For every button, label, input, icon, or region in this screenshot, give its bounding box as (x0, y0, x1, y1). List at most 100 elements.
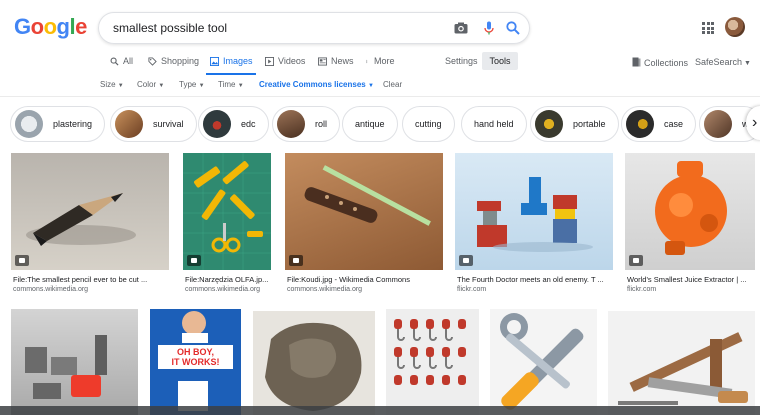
chip-thumbnail (626, 110, 654, 138)
hooks-display-image (394, 319, 466, 385)
logo-letter: o (43, 14, 57, 39)
apps-grid-icon[interactable] (702, 22, 714, 34)
tab-label: More (374, 56, 395, 66)
result-caption: File:Narzędzia OLFA.jp... (185, 275, 269, 284)
chip-label: survival (153, 119, 184, 129)
logo-letter: o (30, 14, 44, 39)
tab-label: Images (223, 56, 253, 66)
chip-hand-held[interactable]: hand held (461, 106, 527, 142)
safesearch-dropdown[interactable]: SafeSearch ▼ (695, 57, 751, 67)
image-result[interactable]: File:Narzędzia OLFA.jp... commons.wikime… (183, 153, 271, 298)
filter-license[interactable]: Creative Commons licenses ▼ (259, 80, 374, 89)
chip-label: edc (241, 119, 256, 129)
bottom-overlay (0, 406, 760, 415)
image-result[interactable] (608, 311, 755, 415)
wrench-screwdriver-image (500, 313, 584, 410)
image-type-badge (289, 255, 303, 266)
tools-filter-bar: Size ▼ Color ▼ Type ▼ Time ▼ Creative Co… (0, 76, 760, 94)
filter-label: Creative Commons licenses (259, 80, 366, 89)
tab-videos[interactable]: Videos (265, 56, 305, 66)
tab-images[interactable]: Images (210, 56, 253, 66)
avatar[interactable] (725, 17, 745, 37)
chip-label: cutting (415, 119, 442, 129)
image-icon (210, 56, 219, 66)
image-result[interactable]: OH BOY, IT WORKS! (150, 309, 241, 415)
image-result[interactable] (386, 309, 479, 415)
tab-label: Videos (278, 56, 306, 66)
result-image[interactable] (285, 153, 443, 270)
related-searches-bar: plastering survival edc roll antique cut… (0, 104, 760, 144)
filter-type[interactable]: Type ▼ (179, 80, 205, 89)
header-divider (0, 96, 760, 97)
poster-line: IT WORKS! (171, 357, 220, 367)
filter-label: Type (179, 80, 197, 89)
result-image[interactable] (11, 153, 169, 270)
image-result[interactable] (11, 309, 138, 415)
newspaper-icon (318, 56, 327, 66)
result-image[interactable]: OH BOY, IT WORKS! (150, 309, 241, 415)
chip-thumbnail (203, 110, 231, 138)
result-image[interactable] (253, 311, 375, 415)
image-result[interactable]: File:The smallest pencil ever to be cut … (11, 153, 169, 298)
tab-more[interactable]: More (366, 56, 395, 66)
result-caption: File:The smallest pencil ever to be cut … (13, 275, 148, 284)
more-icon (366, 59, 368, 63)
result-image[interactable] (625, 153, 755, 270)
active-tab-indicator (206, 73, 256, 75)
google-logo[interactable]: Google (14, 14, 87, 40)
filter-size[interactable]: Size ▼ (100, 80, 124, 89)
microphone-icon[interactable] (481, 20, 497, 36)
chip-label: antique (355, 119, 385, 129)
chip-plastering[interactable]: plastering (10, 106, 106, 142)
result-image[interactable] (455, 153, 613, 270)
cutting-tools-image (183, 153, 271, 270)
clear-filters-link[interactable]: Clear (383, 80, 402, 89)
tools-button[interactable]: Tools (482, 52, 518, 70)
filter-time[interactable]: Time ▼ (218, 80, 244, 89)
result-image[interactable] (183, 153, 271, 270)
tab-label: All (123, 56, 134, 66)
chip-cutting[interactable]: cutting (402, 106, 455, 142)
search-icon[interactable] (505, 20, 521, 36)
tab-all[interactable]: All (110, 56, 133, 66)
result-image[interactable] (608, 311, 755, 415)
camera-icon[interactable] (453, 20, 469, 36)
chip-thumbnail (704, 110, 732, 138)
settings-link[interactable]: Settings (445, 56, 478, 66)
chip-case[interactable]: case (621, 106, 697, 142)
search-input[interactable]: smallest possible tool (113, 21, 227, 35)
result-image[interactable] (386, 309, 479, 415)
logo-letter: e (75, 14, 87, 39)
3d-printed-parts-image (25, 335, 107, 399)
juice-extractor-image (655, 161, 727, 255)
search-box[interactable]: smallest possible tool (98, 12, 530, 44)
chip-survival[interactable]: survival (110, 106, 197, 142)
play-icon (265, 56, 274, 66)
result-image[interactable] (490, 309, 597, 415)
tab-shopping[interactable]: Shopping (148, 56, 199, 66)
image-result[interactable] (490, 309, 597, 415)
chip-label: roll (315, 119, 328, 129)
filter-label: Size (100, 80, 116, 89)
image-result[interactable]: The Fourth Doctor meets an old enemy. T … (455, 153, 613, 298)
safesearch-label: SafeSearch (695, 57, 743, 67)
collections-link[interactable]: Collections (632, 57, 688, 68)
chip-portable[interactable]: portable (530, 106, 619, 142)
chip-roll[interactable]: roll (272, 106, 341, 142)
lego-figures-image (477, 177, 593, 252)
image-result[interactable]: World's Smallest Juice Extractor | ... f… (625, 153, 755, 298)
image-result[interactable]: File:Koudi.jpg - Wikimedia Commons commo… (285, 153, 443, 298)
result-source: commons.wikimedia.org (185, 286, 261, 293)
filter-color[interactable]: Color ▼ (137, 80, 164, 89)
image-result[interactable] (253, 311, 375, 415)
chip-antique[interactable]: antique (342, 106, 398, 142)
filter-label: Color (137, 80, 157, 89)
pencil-image (26, 193, 136, 246)
chip-edc[interactable]: edc (198, 106, 269, 142)
result-source: flickr.com (457, 286, 487, 293)
carpentry-tools-image (618, 332, 748, 405)
result-image[interactable] (11, 309, 138, 415)
result-caption: World's Smallest Juice Extractor | ... (627, 275, 747, 284)
result-caption: File:Koudi.jpg - Wikimedia Commons (287, 275, 410, 284)
tab-news[interactable]: News (318, 56, 354, 66)
